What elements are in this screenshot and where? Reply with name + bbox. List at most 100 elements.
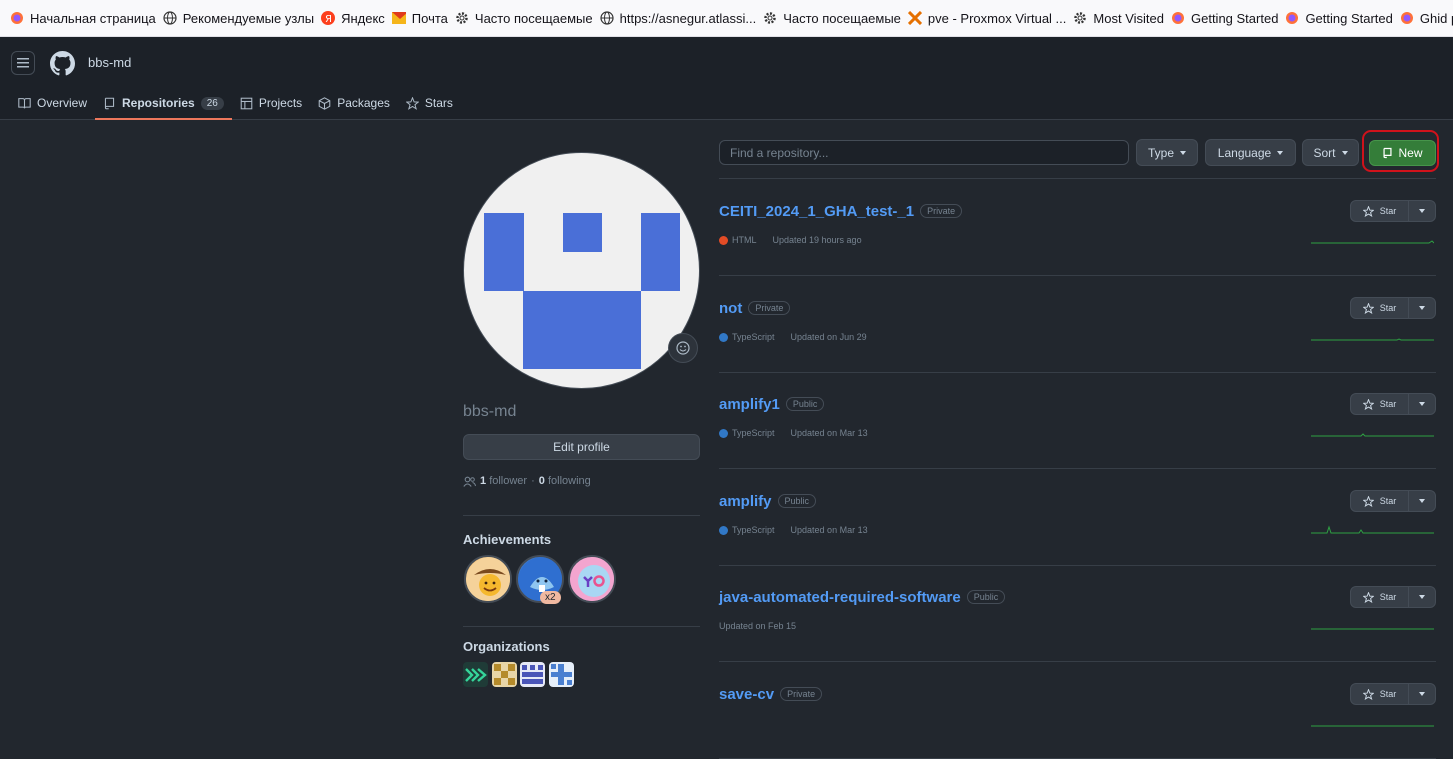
star-icon: [1362, 398, 1374, 410]
bookmark-label: Начальная страница: [30, 10, 156, 26]
star-label: Star: [1379, 496, 1397, 506]
bookmark-item[interactable]: pve - Proxmox Virtual ...: [907, 0, 1073, 36]
new-button-label: New: [1398, 146, 1423, 160]
repo-name-link[interactable]: amplify1: [719, 396, 780, 413]
smiley-icon: [676, 341, 690, 355]
followers-line: 1 follower · 0 following: [463, 475, 591, 487]
bookmark-item[interactable]: Getting Started: [1285, 0, 1399, 36]
achievement-badge-yolo[interactable]: [568, 555, 616, 603]
new-repository-button[interactable]: New: [1369, 140, 1436, 166]
repo-icon: [104, 97, 115, 109]
visibility-badge: Public: [777, 494, 817, 508]
github-header: bbs-md Overview Repositories 26 Projects…: [0, 37, 1453, 120]
bookmark-item[interactable]: Почта: [391, 0, 455, 36]
organization-avatar[interactable]: [520, 662, 545, 687]
star-list-dropdown[interactable]: [1409, 491, 1435, 511]
star-list-dropdown[interactable]: [1409, 201, 1435, 221]
bookmark-label: Most Visited: [1093, 10, 1164, 26]
menu-button[interactable]: [11, 51, 35, 75]
tab-label: Overview: [37, 96, 88, 110]
star-button[interactable]: Star: [1351, 201, 1409, 221]
star-list-dropdown[interactable]: [1409, 684, 1435, 704]
tab-stars[interactable]: Stars: [398, 89, 461, 117]
profile-avatar[interactable]: [463, 152, 700, 389]
star-button[interactable]: Star: [1351, 684, 1409, 704]
following-label: following: [547, 475, 591, 487]
star-button[interactable]: Star: [1351, 298, 1409, 318]
bookmark-label: Яндекс: [341, 10, 385, 26]
star-button-group: Star: [1350, 586, 1436, 608]
proxmox-icon: [907, 11, 922, 25]
bookmark-item[interactable]: Часто посещаемые: [455, 0, 600, 36]
visibility-badge: Private: [920, 204, 963, 218]
set-status-button[interactable]: [668, 333, 698, 363]
tab-label: Repositories: [122, 96, 195, 110]
star-button-group: Star: [1350, 490, 1436, 512]
repo-name-link[interactable]: save-cv: [719, 686, 774, 703]
type-filter-button[interactable]: Type: [1136, 139, 1198, 166]
star-button[interactable]: Star: [1351, 491, 1409, 511]
sort-button[interactable]: Sort: [1302, 139, 1359, 166]
language-filter-label: Language: [1217, 145, 1272, 160]
caret-down-icon: [1419, 306, 1425, 310]
star-list-dropdown[interactable]: [1409, 587, 1435, 607]
star-button[interactable]: Star: [1351, 394, 1409, 414]
following-link[interactable]: 0 following: [539, 475, 591, 487]
tab-label: Packages: [337, 96, 390, 110]
followers-label: follower: [489, 475, 528, 487]
caret-down-icon: [1341, 150, 1348, 155]
find-repository-input[interactable]: [719, 140, 1129, 165]
repository-list-item: not Private TypeScript Updated on Jun 29 Sta…: [719, 276, 1436, 373]
firefox-icon: [1285, 11, 1299, 25]
star-list-dropdown[interactable]: [1409, 298, 1435, 318]
achievement-badge-quickdraw[interactable]: [464, 555, 512, 603]
repo-language: HTML: [732, 235, 757, 245]
repo-updated: Updated on Mar 13: [790, 428, 868, 438]
followers-link[interactable]: 1 follower: [480, 475, 527, 487]
organization-avatar[interactable]: [549, 662, 574, 687]
star-button[interactable]: Star: [1351, 587, 1409, 607]
organization-avatar[interactable]: [492, 662, 517, 687]
activity-sparkline: [1311, 338, 1434, 341]
star-button-group: Star: [1350, 683, 1436, 705]
bookmark-item[interactable]: https://asnegur.atlassi...: [600, 0, 764, 36]
repo-name-link[interactable]: java-automated-required-software: [719, 589, 961, 606]
repo-updated: Updated 19 hours ago: [772, 235, 862, 245]
bookmark-label: Часто посещаемые: [474, 10, 593, 26]
repo-language: TypeScript: [732, 332, 775, 342]
organization-avatar[interactable]: [463, 662, 488, 687]
bookmark-item[interactable]: Рекомендуемые узлы: [163, 0, 321, 36]
caret-down-icon: [1277, 150, 1284, 155]
repo-count-badge: 26: [200, 96, 224, 110]
tab-projects[interactable]: Projects: [232, 89, 310, 117]
language-color-dot: [719, 235, 728, 245]
repo-name-link[interactable]: CEITI_2024_1_GHA_test-_1: [719, 203, 914, 220]
identicon-image: [484, 213, 680, 369]
star-list-dropdown[interactable]: [1409, 394, 1435, 414]
edit-profile-button[interactable]: Edit profile: [463, 434, 700, 460]
repo-name-link[interactable]: amplify: [719, 493, 772, 510]
repository-list-item: save-cv Private Star: [719, 662, 1436, 759]
star-icon: [405, 96, 419, 110]
language-filter-button[interactable]: Language: [1205, 139, 1296, 166]
repo-name-link[interactable]: not: [719, 300, 742, 317]
bookmark-item[interactable]: Я Яндекс: [321, 0, 392, 36]
bookmark-item[interactable]: Начальная страница: [10, 0, 163, 36]
table-icon: [240, 97, 253, 109]
github-logo-icon[interactable]: [50, 51, 75, 76]
tab-overview[interactable]: Overview: [10, 89, 95, 117]
bookmark-item[interactable]: Ghid pentru î: [1400, 0, 1453, 36]
star-icon: [1362, 591, 1374, 603]
tab-repositories[interactable]: Repositories 26: [95, 89, 232, 120]
bookmark-item[interactable]: Most Visited: [1073, 0, 1171, 36]
people-icon: [463, 476, 476, 487]
activity-sparkline: [1311, 525, 1434, 534]
header-username[interactable]: bbs-md: [88, 55, 131, 70]
sort-label: Sort: [1313, 145, 1336, 160]
tab-packages[interactable]: Packages: [310, 89, 398, 117]
repo-meta: TypeScript Updated on Mar 13: [719, 428, 868, 438]
section-divider: [463, 515, 700, 516]
bookmark-item[interactable]: Часто посещаемые: [763, 0, 908, 36]
hamburger-icon: [17, 58, 29, 68]
bookmark-item[interactable]: Getting Started: [1171, 0, 1285, 36]
